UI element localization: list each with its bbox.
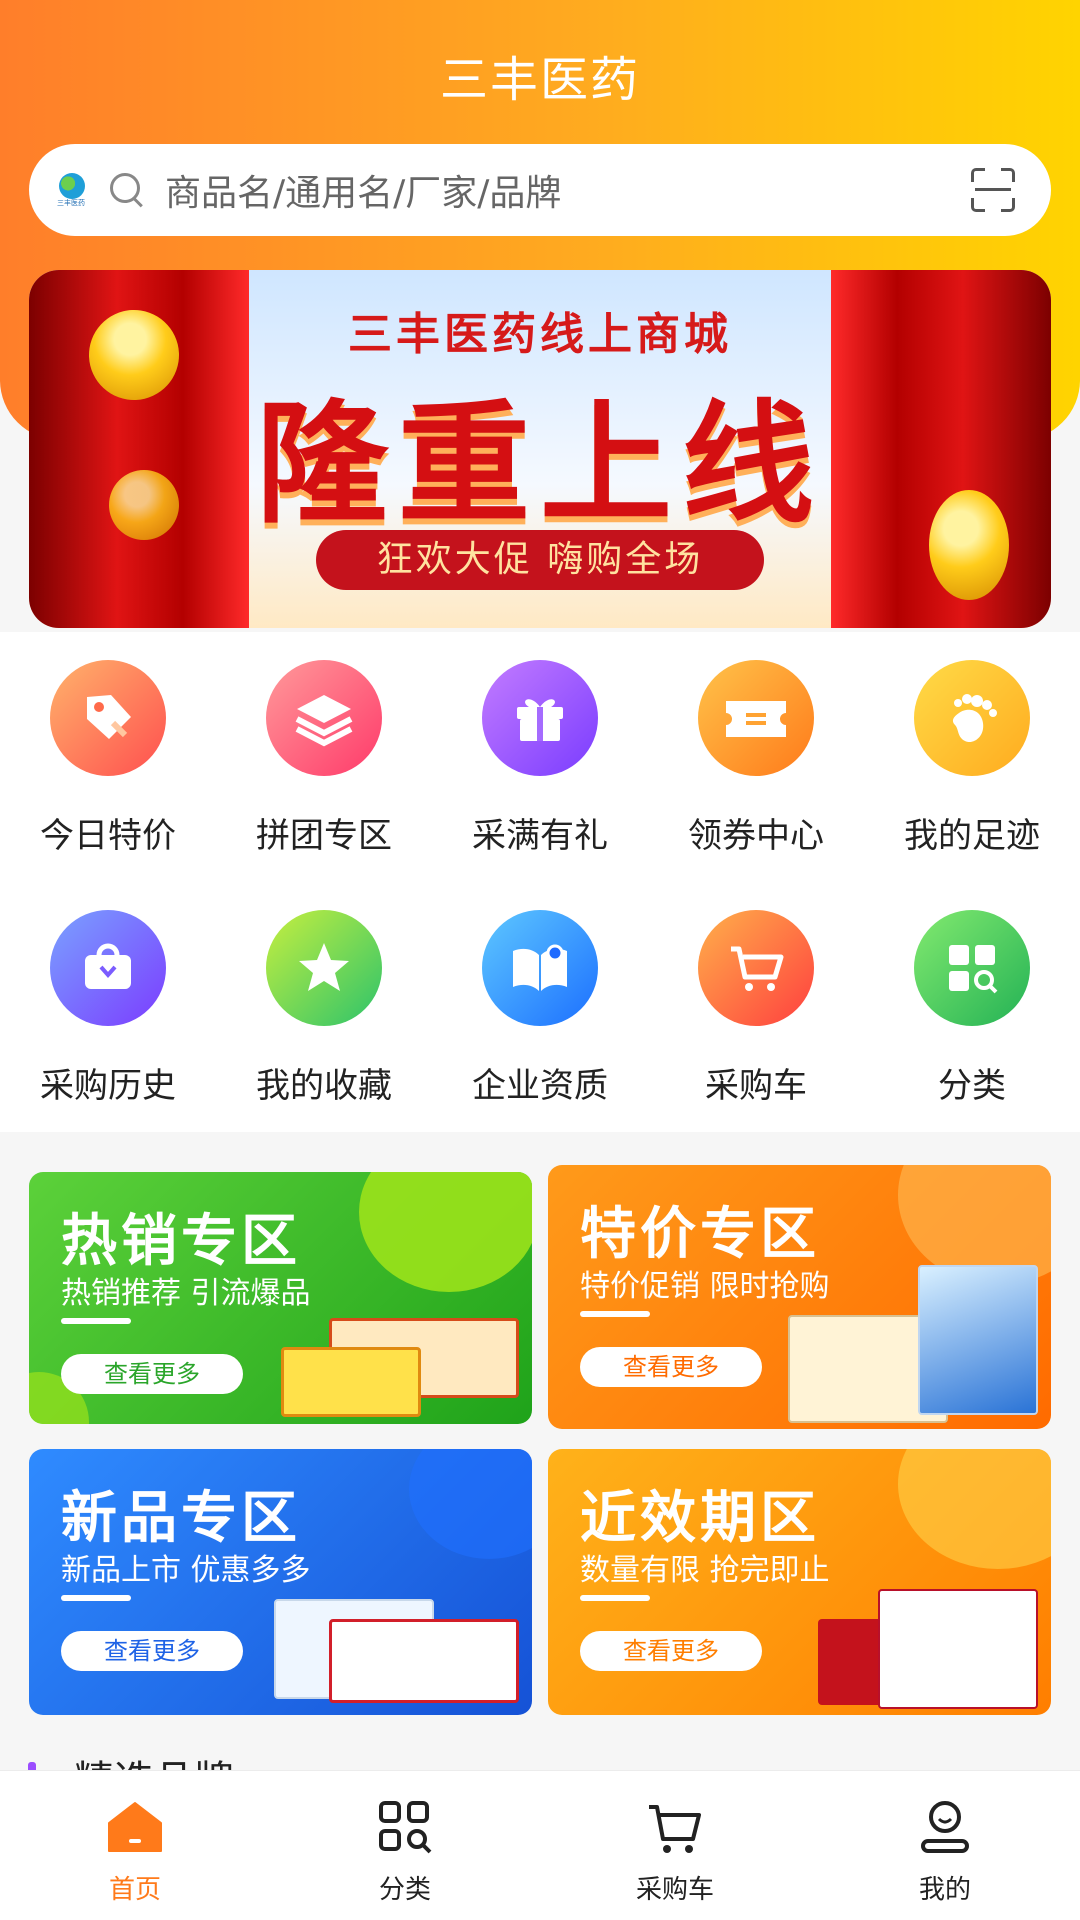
quick-item-category[interactable]: 分类 [864, 910, 1080, 1107]
tab-home[interactable]: 首页 [0, 1771, 270, 1920]
quick-item-favorites[interactable]: 我的收藏 [216, 910, 432, 1107]
product-box-image [878, 1589, 1038, 1709]
banner-tagline: 狂欢大促 嗨购全场 [316, 530, 764, 590]
quick-item-today-deals[interactable]: 今日特价 [0, 660, 216, 857]
promo-card-new-products[interactable]: 新品专区 新品上市 优惠多多 查看更多 [29, 1449, 532, 1715]
coupon-icon [698, 660, 814, 776]
quick-menu: 今日特价 拼团专区 采满有礼 领券中心 我的足迹 采购历史 我的收藏 企业资质 … [0, 632, 1080, 1132]
app-title: 三丰医药 [439, 52, 640, 108]
search-bar[interactable]: 三丰医药 商品名/通用名/厂家/品牌 [29, 144, 1051, 236]
cart-icon [645, 1797, 705, 1857]
quick-item-footprints[interactable]: 我的足迹 [864, 660, 1080, 857]
quick-item-coupons[interactable]: 领券中心 [648, 660, 864, 857]
quick-item-qualification[interactable]: 企业资质 [432, 910, 648, 1107]
banner-subtitle: 三丰医药线上商城 [348, 309, 732, 360]
search-input[interactable]: 商品名/通用名/厂家/品牌 [165, 164, 971, 216]
category-grid-icon [914, 910, 1030, 1026]
decor-blob [359, 1172, 532, 1292]
promo-card-near-expiry[interactable]: 近效期区 数量有限 抢完即止 查看更多 [548, 1449, 1051, 1715]
decor-blob [409, 1449, 532, 1559]
gift-icon [482, 660, 598, 776]
view-more-button[interactable]: 查看更多 [61, 1354, 243, 1394]
tab-cart[interactable]: 采购车 [540, 1771, 810, 1920]
tab-profile[interactable]: 我的 [810, 1771, 1080, 1920]
quick-item-cart[interactable]: 采购车 [648, 910, 864, 1107]
scan-icon[interactable] [971, 168, 1015, 212]
certificate-book-icon [482, 910, 598, 1026]
category-scan-icon [375, 1797, 435, 1857]
quick-item-group-buy[interactable]: 拼团专区 [216, 660, 432, 857]
profile-icon [915, 1797, 975, 1857]
view-more-button[interactable]: 查看更多 [580, 1347, 762, 1387]
shopping-bag-icon [50, 910, 166, 1026]
brand-logo-icon: 三丰医药 [57, 173, 89, 207]
quick-item-gift[interactable]: 采满有礼 [432, 660, 648, 857]
tab-category[interactable]: 分类 [270, 1771, 540, 1920]
star-icon [266, 910, 382, 1026]
banner-headline: 隆重上线 [256, 388, 824, 542]
product-bag-image [918, 1265, 1038, 1415]
promo-banner[interactable]: 三丰医药线上商城 隆重上线 狂欢大促 嗨购全场 [29, 270, 1051, 628]
bottom-tab-bar: 首页 分类 采购车 我的 [0, 1770, 1080, 1920]
product-box-image [329, 1619, 519, 1703]
layers-icon [266, 660, 382, 776]
search-icon [107, 170, 147, 210]
decor-blob [898, 1449, 1051, 1569]
product-box-image [281, 1347, 421, 1417]
price-tag-icon [50, 660, 166, 776]
view-more-button[interactable]: 查看更多 [580, 1631, 762, 1671]
footprint-icon [914, 660, 1030, 776]
cart-icon [698, 910, 814, 1026]
view-more-button[interactable]: 查看更多 [61, 1631, 243, 1671]
promo-card-special-price[interactable]: 特价专区 特价促销 限时抢购 查看更多 [548, 1165, 1051, 1429]
home-icon [105, 1797, 165, 1857]
promo-card-hot-sales[interactable]: 热销专区 热销推荐 引流爆品 查看更多 [29, 1172, 532, 1424]
quick-item-purchase-history[interactable]: 采购历史 [0, 910, 216, 1107]
